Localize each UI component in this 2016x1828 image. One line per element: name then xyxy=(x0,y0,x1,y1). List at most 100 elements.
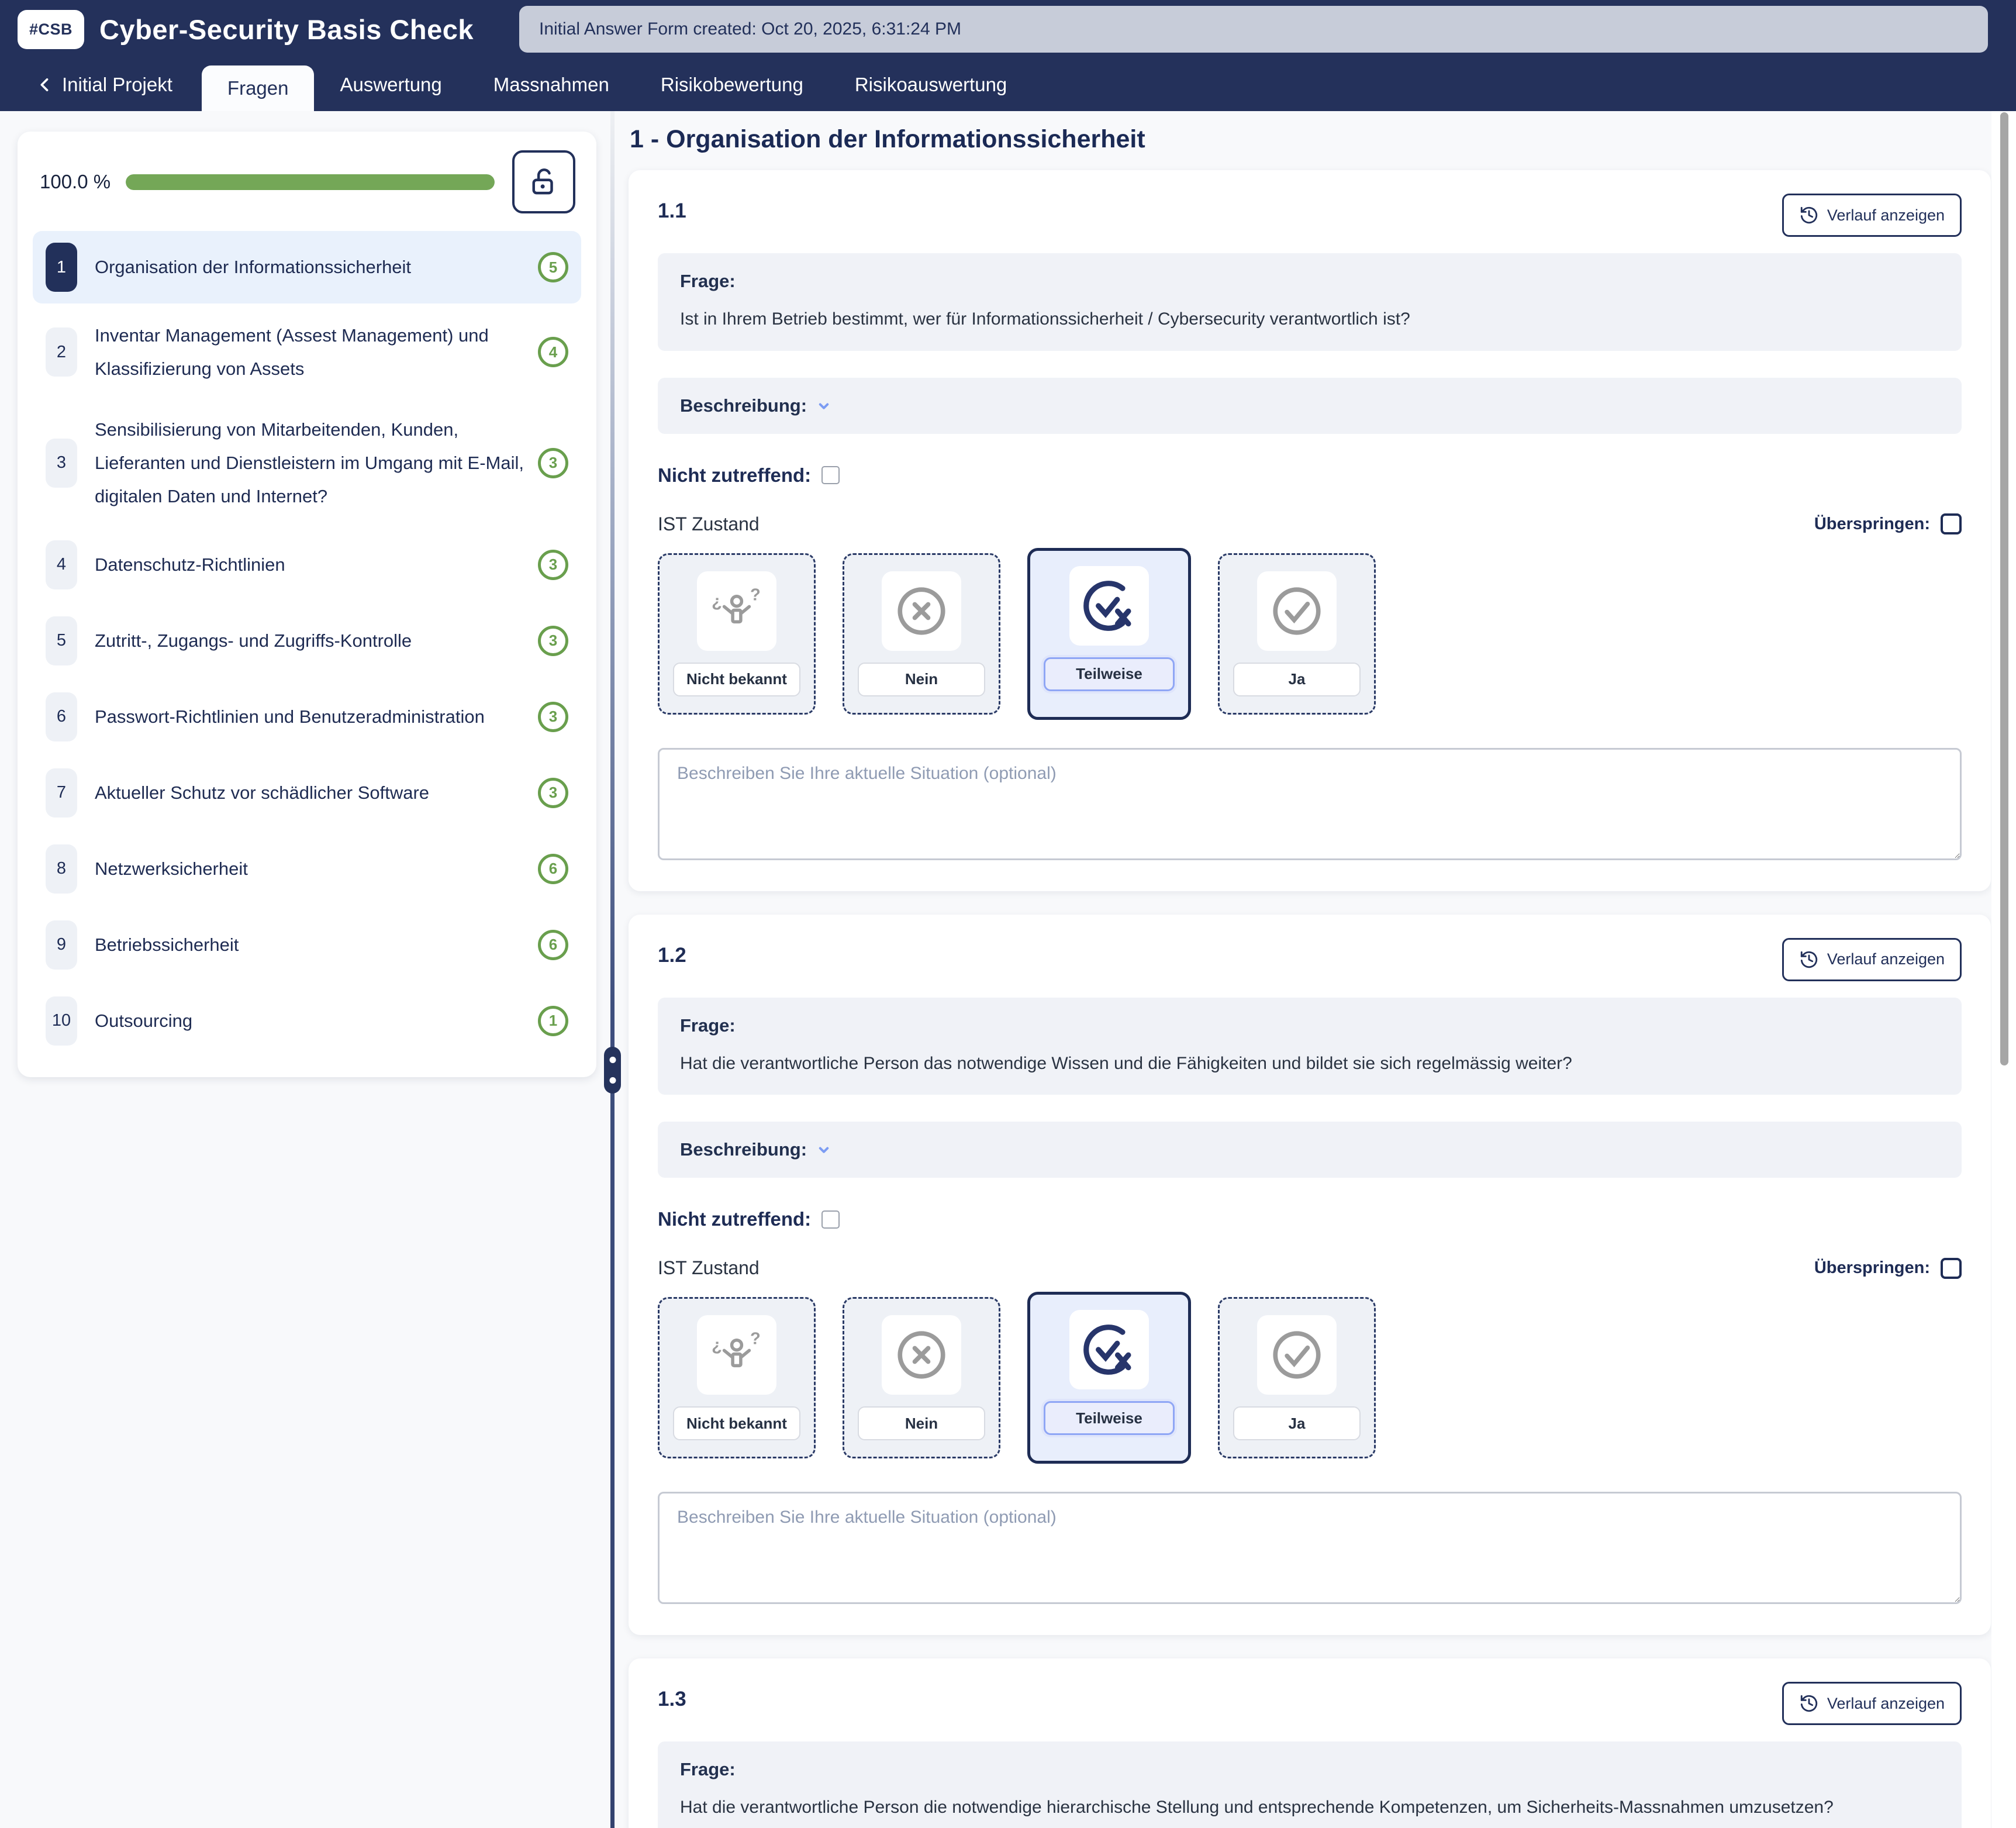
description-accordion[interactable]: Beschreibung: xyxy=(658,1122,1962,1178)
sidebar-item-number: 6 xyxy=(46,692,77,741)
answer-option-label: Nicht bekannt xyxy=(673,663,800,696)
tab-risikobewertung[interactable]: Risikobewertung xyxy=(635,58,829,111)
sidebar-item-9[interactable]: 9 Betriebssicherheit 6 xyxy=(33,909,581,981)
answer-option-teilweise[interactable]: Teilweise xyxy=(1027,1292,1191,1464)
sidebar-item-2[interactable]: 2 Inventar Management (Assest Management… xyxy=(33,307,581,398)
tab-risikoauswertung[interactable]: Risikoauswertung xyxy=(829,58,1033,111)
skip-label: Überspringen: xyxy=(1814,1258,1930,1278)
frage-label: Frage: xyxy=(680,1759,1939,1780)
skip-checkbox[interactable] xyxy=(1941,1258,1962,1279)
situation-textarea[interactable] xyxy=(658,748,1962,860)
skip-label: Überspringen: xyxy=(1814,515,1930,534)
sidebar-item-number: 2 xyxy=(46,327,77,377)
history-button[interactable]: Verlauf anzeigen xyxy=(1782,938,1962,981)
skip-checkbox[interactable] xyxy=(1941,513,1962,534)
history-button[interactable]: Verlauf anzeigen xyxy=(1782,1682,1962,1725)
panel-resize-handle[interactable] xyxy=(604,1047,621,1094)
answer-options: ¿? Nicht bekannt NeinTeilweise Ja xyxy=(658,548,1962,720)
sidebar-item-number: 10 xyxy=(46,996,77,1046)
sidebar-item-3[interactable]: 3 Sensibilisierung von Mitarbeitenden, K… xyxy=(33,401,581,525)
back-link-initial-projekt[interactable]: Initial Projekt xyxy=(35,58,172,111)
person-shrug-icon: ¿? xyxy=(697,1315,776,1395)
question-number: 1.1 xyxy=(658,194,686,223)
sidebar-item-8[interactable]: 8 Netzwerksicherheit 6 xyxy=(33,833,581,905)
sidebar-item-label: Betriebssicherheit xyxy=(95,928,525,961)
history-button-label: Verlauf anzeigen xyxy=(1827,1695,1945,1713)
sidebar-item-label: Passwort-Richtlinien und Benutzeradminis… xyxy=(95,700,525,733)
history-button-label: Verlauf anzeigen xyxy=(1827,206,1945,225)
history-button[interactable]: Verlauf anzeigen xyxy=(1782,194,1962,237)
header: #CSB Cyber-Security Basis Check Initial … xyxy=(0,0,2016,58)
not-applicable-row: Nicht zutreffend: xyxy=(658,464,1962,487)
sidebar-item-5[interactable]: 5 Zutritt-, Zugangs- und Zugriffs-Kontro… xyxy=(33,605,581,677)
history-icon xyxy=(1799,1694,1819,1713)
answer-option-label: Ja xyxy=(1233,1406,1361,1440)
sidebar-item-label: Datenschutz-Richtlinien xyxy=(95,548,525,581)
scrollbar-thumb[interactable] xyxy=(2000,112,2008,1065)
chevron-down-icon xyxy=(815,397,833,415)
question-box: Frage: Hat die verantwortliche Person da… xyxy=(658,998,1962,1095)
progress-bar-fill xyxy=(126,174,495,190)
sidebar-item-4[interactable]: 4 Datenschutz-Richtlinien 3 xyxy=(33,529,581,601)
sidebar-item-label: Organisation der Informationssicherheit xyxy=(95,250,525,284)
answer-option-nicht-bekannt[interactable]: ¿? Nicht bekannt xyxy=(658,1297,816,1458)
question-text: Ist in Ihrem Betrieb bestimmt, wer für I… xyxy=(680,306,1939,333)
sidebar-item-label: Zutritt-, Zugangs- und Zugriffs-Kontroll… xyxy=(95,624,525,657)
tab-fragen[interactable]: Fragen xyxy=(202,65,315,111)
sidebar-item-count-badge: 3 xyxy=(538,778,568,808)
answer-option-teilweise[interactable]: Teilweise xyxy=(1027,548,1191,720)
sidebar-item-count-badge: 3 xyxy=(538,550,568,580)
sidebar-item-label: Outsourcing xyxy=(95,1004,525,1037)
person-shrug-icon: ¿? xyxy=(697,571,776,651)
unlock-button[interactable] xyxy=(512,150,575,213)
frage-label: Frage: xyxy=(680,1015,1939,1036)
tab-auswertung[interactable]: Auswertung xyxy=(314,58,467,111)
answer-option-ja[interactable]: Ja xyxy=(1218,553,1376,715)
sidebar-item-number: 4 xyxy=(46,540,77,589)
question-box: Frage: Hat die verantwortliche Person di… xyxy=(658,1741,1962,1828)
situation-textarea[interactable] xyxy=(658,1492,1962,1604)
sidebar-item-count-badge: 3 xyxy=(538,702,568,732)
sidebar-item-label: Inventar Management (Assest Management) … xyxy=(95,319,525,386)
not-applicable-checkbox[interactable] xyxy=(821,1210,840,1229)
question-text: Hat die verantwortliche Person das notwe… xyxy=(680,1050,1939,1078)
sidebar-item-10[interactable]: 10 Outsourcing 1 xyxy=(33,985,581,1057)
not-applicable-row: Nicht zutreffend: xyxy=(658,1208,1962,1230)
answer-option-nein[interactable]: Nein xyxy=(843,553,1000,715)
sidebar-item-count-badge: 1 xyxy=(538,1006,568,1036)
answer-option-ja[interactable]: Ja xyxy=(1218,1297,1376,1458)
not-applicable-checkbox[interactable] xyxy=(821,466,840,484)
progress-percent-label: 100.0 % xyxy=(40,171,111,193)
question-card-list: 1.1 Verlauf anzeigen Frage: Ist in Ihrem… xyxy=(629,170,1991,1828)
chevron-left-icon xyxy=(35,75,55,95)
answer-option-label: Nein xyxy=(858,1406,985,1440)
sidebar-item-number: 3 xyxy=(46,439,77,488)
circle-check-x-icon xyxy=(1069,566,1149,646)
answer-option-label: Nicht bekannt xyxy=(673,1406,800,1440)
sidebar-item-list: 1 Organisation der Informationssicherhei… xyxy=(33,231,581,1057)
circle-check-x-icon xyxy=(1069,1310,1149,1389)
answer-option-nein[interactable]: Nein xyxy=(843,1297,1000,1458)
answer-option-label: Ja xyxy=(1233,663,1361,696)
sidebar-item-7[interactable]: 7 Aktueller Schutz vor schädlicher Softw… xyxy=(33,757,581,829)
circle-check-icon xyxy=(1257,1315,1337,1395)
answer-option-nicht-bekannt[interactable]: ¿? Nicht bekannt xyxy=(658,553,816,715)
not-applicable-label: Nicht zutreffend: xyxy=(658,464,811,487)
svg-text:?: ? xyxy=(750,1330,761,1348)
question-number: 1.2 xyxy=(658,938,686,967)
sidebar-item-count-badge: 4 xyxy=(538,337,568,367)
sidebar-item-label: Sensibilisierung von Mitarbeitenden, Kun… xyxy=(95,413,525,513)
description-accordion[interactable]: Beschreibung: xyxy=(658,378,1962,434)
sidebar-item-6[interactable]: 6 Passwort-Richtlinien und Benutzeradmin… xyxy=(33,681,581,753)
frage-label: Frage: xyxy=(680,271,1939,292)
description-label: Beschreibung: xyxy=(680,1139,807,1160)
description-label: Beschreibung: xyxy=(680,395,807,416)
svg-text:?: ? xyxy=(750,585,761,604)
scrollbar-track[interactable] xyxy=(1991,111,2016,1828)
circle-x-icon xyxy=(882,1315,961,1395)
question-card-1.2: 1.2 Verlauf anzeigen Frage: Hat die vera… xyxy=(629,915,1991,1636)
tab-massnahmen[interactable]: Massnahmen xyxy=(468,58,635,111)
sidebar-item-1[interactable]: 1 Organisation der Informationssicherhei… xyxy=(33,231,581,303)
section-title: 1 - Organisation der Informationssicherh… xyxy=(630,125,1991,154)
sidebar-item-number: 1 xyxy=(46,243,77,292)
